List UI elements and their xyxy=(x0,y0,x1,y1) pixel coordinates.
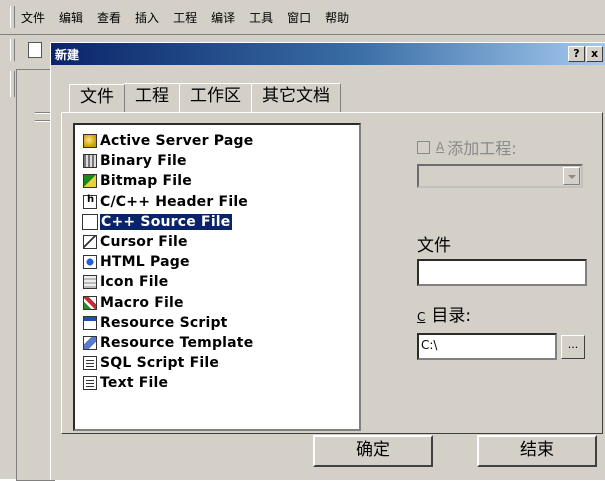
new-file-icon[interactable] xyxy=(28,42,42,58)
tab-files[interactable]: 文件 xyxy=(69,84,125,113)
cpp-file-icon xyxy=(82,213,98,230)
icon-file-icon xyxy=(83,275,97,290)
file-name-input[interactable] xyxy=(417,259,587,286)
ok-button[interactable]: 确定 xyxy=(313,435,433,467)
tab-other-documents[interactable]: 其它文档 xyxy=(251,83,341,112)
menu-build[interactable]: 编译 xyxy=(210,9,236,26)
menu-tools[interactable]: 工具 xyxy=(248,9,274,26)
list-item[interactable]: Resource Template xyxy=(83,333,359,353)
text-file-icon xyxy=(83,376,97,391)
menu-file[interactable]: 文件 xyxy=(20,9,46,26)
list-item-selected[interactable]: C++ Source File xyxy=(82,212,359,232)
menubar-grip xyxy=(10,6,15,28)
resource-template-icon xyxy=(83,335,97,350)
resource-script-icon xyxy=(83,315,97,330)
bitmap-file-icon xyxy=(83,174,97,189)
tab-workspaces[interactable]: 工作区 xyxy=(179,83,252,112)
directory-label-text: 目录: xyxy=(431,306,472,326)
add-project-accel: A xyxy=(436,140,445,154)
file-type-list[interactable]: Active Server Page Binary File Bitmap Fi… xyxy=(73,123,361,431)
close-button[interactable]: x xyxy=(586,46,603,62)
list-item[interactable]: Bitmap File xyxy=(83,171,359,191)
macro-file-icon xyxy=(83,295,97,310)
menu-window[interactable]: 窗口 xyxy=(286,9,312,26)
menu-view[interactable]: 查看 xyxy=(96,9,122,26)
menu-edit[interactable]: 编辑 xyxy=(58,9,84,26)
workspace-strip xyxy=(0,65,69,481)
add-project-label: 添加工程: xyxy=(447,139,517,158)
file-name-label: 文件 xyxy=(417,236,451,256)
html-page-icon xyxy=(83,255,97,270)
list-item[interactable]: Binary File xyxy=(83,151,359,171)
help-button[interactable]: ? xyxy=(568,46,585,62)
dialog-titlebar[interactable]: 新建 ? x xyxy=(51,43,605,65)
new-dialog: 新建 ? x 文件 工程 工作区 其它文档 Active Server Page… xyxy=(50,42,605,480)
directory-input[interactable]: C:\ xyxy=(417,333,557,360)
globe-page-icon xyxy=(83,134,97,149)
menu-insert[interactable]: 插入 xyxy=(134,9,160,26)
menu-help[interactable]: 帮助 xyxy=(324,9,350,26)
dialog-title: 新建 xyxy=(55,48,80,62)
list-item[interactable]: Text File xyxy=(83,373,359,393)
directory-label: C 目录: xyxy=(417,301,471,326)
menu-bar: 文件 编辑 查看 插入 工程 编译 工具 窗口 帮助 xyxy=(0,0,605,35)
menu-project[interactable]: 工程 xyxy=(172,9,198,26)
list-item[interactable]: SQL Script File xyxy=(83,353,359,373)
binary-file-icon xyxy=(83,154,97,169)
checkbox-box[interactable] xyxy=(417,140,430,154)
add-to-project-checkbox[interactable]: A 添加工程: xyxy=(417,135,517,159)
browse-button[interactable]: ... xyxy=(561,335,585,359)
list-item[interactable]: Cursor File xyxy=(83,232,359,252)
list-item[interactable]: Macro File xyxy=(83,293,359,313)
tab-strip: 文件 工程 工作区 其它文档 xyxy=(69,83,341,113)
toolbar-grip xyxy=(10,39,15,61)
list-item[interactable]: Resource Script xyxy=(83,313,359,333)
sql-file-icon xyxy=(83,356,97,371)
tab-projects[interactable]: 工程 xyxy=(124,83,180,112)
list-item[interactable]: HTML Page xyxy=(83,252,359,272)
workspace-grip xyxy=(10,71,15,97)
list-item[interactable]: Icon File xyxy=(83,272,359,292)
project-combo[interactable] xyxy=(417,164,583,188)
end-button[interactable]: 结束 xyxy=(477,435,597,467)
cursor-file-icon xyxy=(83,235,97,250)
header-file-icon xyxy=(83,194,97,209)
list-item[interactable]: C/C++ Header File xyxy=(83,192,359,212)
list-item[interactable]: Active Server Page xyxy=(83,131,359,151)
chevron-down-icon[interactable] xyxy=(563,167,580,185)
directory-accel: C xyxy=(417,310,426,324)
